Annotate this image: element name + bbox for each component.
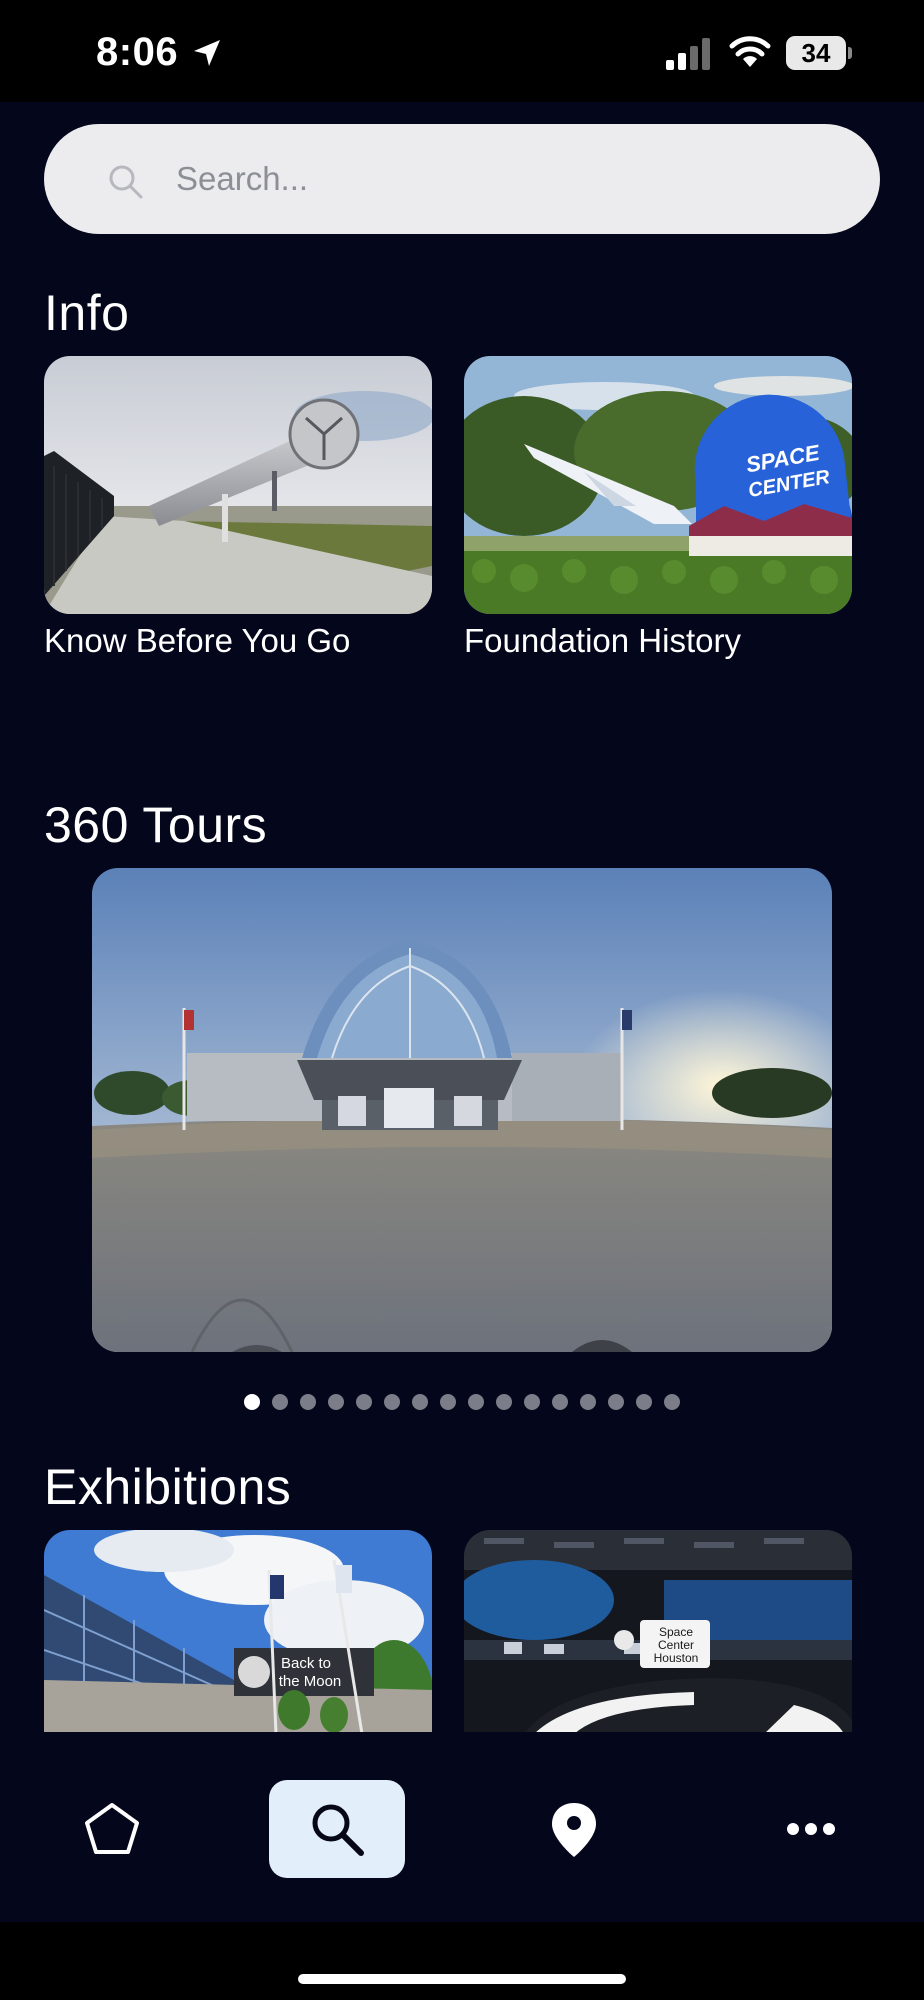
ellipsis-icon [787, 1823, 835, 1835]
pagination-dot[interactable] [356, 1394, 372, 1410]
pagination-dot[interactable] [244, 1394, 260, 1410]
pagination-dot[interactable] [300, 1394, 316, 1410]
location-arrow-icon [194, 40, 220, 66]
tour-panorama-card[interactable] [92, 868, 832, 1352]
home-indicator-area [0, 1922, 924, 2000]
pagination-dot[interactable] [496, 1394, 512, 1410]
home-indicator[interactable] [298, 1974, 626, 1984]
info-card-know-before-you-go[interactable] [44, 356, 432, 614]
exhibition-sign-line: the Moon [279, 1673, 342, 1690]
pagination-dot[interactable] [384, 1394, 400, 1410]
search-bar[interactable] [44, 124, 880, 234]
magnifier-icon [312, 1804, 364, 1856]
exhibition-sign-line: Space [659, 1625, 693, 1639]
info-section-title: Info [44, 285, 130, 341]
pagination-dot[interactable] [580, 1394, 596, 1410]
space-center-houston-hall-photo: Space Center Houston [464, 1530, 852, 1734]
pagination-dot[interactable] [664, 1394, 680, 1410]
exhibitions-section-title: Exhibitions [44, 1459, 292, 1515]
exhibition-card-space-center-hall[interactable]: Space Center Houston [464, 1530, 852, 1734]
pagination-dot[interactable] [636, 1394, 652, 1410]
pagination-dot[interactable] [608, 1394, 624, 1410]
tab-map[interactable] [506, 1780, 642, 1878]
pagination-dot[interactable] [412, 1394, 428, 1410]
exhibition-sign-line: Center [658, 1638, 694, 1652]
exhibition-card-back-to-the-moon[interactable]: Back to the Moon [44, 1530, 432, 1734]
tab-search[interactable] [269, 1780, 405, 1878]
back-to-the-moon-building-photo: Back to the Moon [44, 1530, 432, 1734]
exhibition-sign-line: Back to [281, 1655, 331, 1672]
main-content[interactable]: Info [0, 102, 924, 1922]
wifi-icon [729, 36, 771, 67]
tour-pagination[interactable] [0, 1394, 924, 1414]
pagination-dot[interactable] [272, 1394, 288, 1410]
search-icon [109, 165, 143, 199]
cellular-signal-icon [666, 38, 710, 70]
tours-section-title: 360 Tours [44, 797, 268, 853]
status-time: 8:06 [96, 30, 179, 74]
exhibition-sign-line: Houston [654, 1651, 699, 1665]
pagination-dot[interactable] [552, 1394, 568, 1410]
info-card-foundation-history[interactable]: SPACE CENTER [464, 356, 852, 614]
info-card-label[interactable]: Know Before You Go [44, 622, 350, 660]
pentagon-home-icon [85, 1803, 139, 1854]
search-input[interactable] [176, 152, 816, 206]
location-pin-icon [552, 1803, 596, 1857]
panorama-building-entrance-photo [92, 868, 832, 1352]
pagination-dot[interactable] [524, 1394, 540, 1410]
tab-more[interactable] [743, 1780, 879, 1878]
pagination-dot[interactable] [328, 1394, 344, 1410]
info-card-label[interactable]: Foundation History [464, 622, 741, 660]
rocket-on-display-photo [44, 356, 432, 614]
tab-bar [0, 1732, 924, 1922]
status-bar: 8:06 34 [0, 0, 924, 102]
pagination-dot[interactable] [440, 1394, 456, 1410]
battery-level: 34 [801, 38, 831, 68]
space-center-entrance-photo: SPACE CENTER [464, 356, 852, 614]
battery-indicator: 34 [786, 36, 852, 70]
pagination-dot[interactable] [468, 1394, 484, 1410]
tab-home[interactable] [44, 1780, 180, 1878]
